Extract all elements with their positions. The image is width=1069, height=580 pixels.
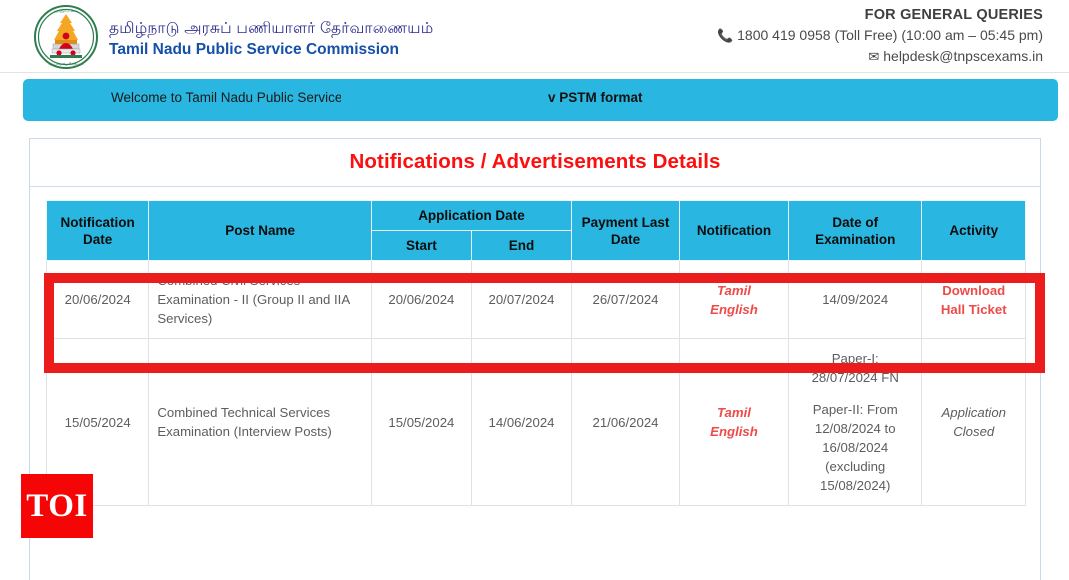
table-row[interactable]: 20/06/2024 Combined Civil Services Exami… <box>45 260 1026 339</box>
col-post-name: Post Name <box>148 200 372 261</box>
marquee-text-right[interactable]: v PSTM format <box>548 90 643 105</box>
col-notification: Notification <box>678 200 789 261</box>
notification-english-link[interactable]: English <box>688 300 780 319</box>
col-application-start: Start <box>370 230 472 261</box>
general-queries-block: FOR GENERAL QUERIES 📞 1800 419 0958 (Toll… <box>717 6 1043 67</box>
svg-text:வாய்மையே வெல்லும்: வாய்மையே வெல்லும் <box>48 62 83 66</box>
notifications-panel: Notifications / Advertisements Details N… <box>29 138 1041 580</box>
general-queries-title: FOR GENERAL QUERIES <box>864 7 1043 23</box>
exam-date-line-2: Paper-II: From 12/08/2024 to 16/08/2024 … <box>812 402 898 493</box>
phone-icon: 📞 <box>716 28 734 43</box>
table-header-row-1: Notification Date Post Name Application … <box>45 200 1026 261</box>
notifications-table: Notification Date Post Name Application … <box>45 200 1026 506</box>
col-payment-last-date: Payment Last Date <box>571 200 680 261</box>
exam-date-line-1: Paper-I: 28/07/2024 FN <box>811 351 899 385</box>
page-root: தமிழ்நாடு அரசு வாய்மையே வெல்லும் தமிழ்நா… <box>0 0 1069 580</box>
table-head: Notification Date Post Name Application … <box>45 200 1026 261</box>
brand-text: தமிழ்நாடு அரசுப் பணியாளர் தேர்வாணையம் Ta… <box>109 14 433 60</box>
cell-payment-last-date: 26/07/2024 <box>571 260 680 339</box>
cell-post-name: Combined Technical Services Examination … <box>148 338 372 506</box>
col-application-date: Application Date <box>370 200 573 231</box>
cell-date-of-examination: Paper-I: 28/07/2024 FN Paper-II: From 12… <box>787 338 923 506</box>
download-hall-ticket-link[interactable]: Download Hall Ticket <box>941 283 1007 317</box>
cell-application-start: 20/06/2024 <box>370 260 472 339</box>
page-title: Notifications / Advertisements Details <box>349 150 721 173</box>
helpdesk-email-line[interactable]: ✉ helpdesk@tnpscexams.in <box>717 46 1043 67</box>
tamil-nadu-state-emblem-icon: தமிழ்நாடு அரசு வாய்மையே வெல்லும் <box>33 4 99 70</box>
cell-notification-links: Tamil English <box>678 338 789 506</box>
col-date-of-examination: Date of Examination <box>787 200 923 261</box>
brand-title-tamil: தமிழ்நாடு அரசுப் பணியாளர் தேர்வாணையம் <box>109 20 434 37</box>
exam-date-line-1: 14/09/2024 <box>822 292 889 307</box>
brand-block[interactable]: தமிழ்நாடு அரசு வாய்மையே வெல்லும் தமிழ்நா… <box>33 4 433 70</box>
notification-tamil-link[interactable]: Tamil <box>688 403 780 422</box>
cell-notification-links: Tamil English <box>678 260 789 339</box>
toi-watermark: TOI <box>21 474 93 538</box>
marquee-row: Welcome to Tamil Nadu Public Service v P… <box>23 79 1058 121</box>
cell-notification-date: 20/06/2024 <box>45 260 150 339</box>
marquee-text-left[interactable]: Welcome to Tamil Nadu Public Service <box>111 90 341 105</box>
cell-payment-last-date: 21/06/2024 <box>571 338 680 506</box>
cell-activity: Download Hall Ticket <box>921 260 1026 339</box>
svg-text:தமிழ்நாடு அரசு: தமிழ்நாடு அரசு <box>54 9 78 13</box>
toi-watermark-text: TOI <box>26 487 88 524</box>
application-status-text: Application Closed <box>941 405 1006 439</box>
announcement-banner: Welcome to Tamil Nadu Public Service v P… <box>23 79 1058 121</box>
cell-application-end: 14/06/2024 <box>470 338 573 506</box>
helpdesk-email-text: helpdesk@tnpscexams.in <box>883 48 1043 64</box>
site-header: தமிழ்நாடு அரசு வாய்மையே வெல்லும் தமிழ்நா… <box>0 0 1069 73</box>
col-application-end: End <box>470 230 573 261</box>
brand-title-english: Tamil Nadu Public Service Commission <box>109 41 399 58</box>
col-notification-date: Notification Date <box>45 200 150 261</box>
cell-activity: Application Closed <box>921 338 1026 506</box>
table-body: 20/06/2024 Combined Civil Services Exami… <box>45 260 1026 506</box>
cell-application-start: 15/05/2024 <box>370 338 472 506</box>
cell-application-end: 20/07/2024 <box>470 260 573 339</box>
notification-english-link[interactable]: English <box>688 422 780 441</box>
cell-post-name: Combined Civil Services Examination - II… <box>148 260 372 339</box>
helpline-phone-text: 1800 419 0958 (Toll Free) (10:00 am – 05… <box>737 27 1043 43</box>
cell-date-of-examination: 14/09/2024 <box>787 260 923 339</box>
table-row[interactable]: 15/05/2024 Combined Technical Services E… <box>45 338 1026 506</box>
table-container: Notification Date Post Name Application … <box>30 187 1040 506</box>
col-activity: Activity <box>921 200 1026 261</box>
envelope-icon: ✉ <box>868 49 880 64</box>
exam-date-spacer <box>797 387 913 400</box>
helpline-phone-line[interactable]: 📞 1800 419 0958 (Toll Free) (10:00 am – 0… <box>717 25 1043 46</box>
notification-tamil-link[interactable]: Tamil <box>688 281 780 300</box>
